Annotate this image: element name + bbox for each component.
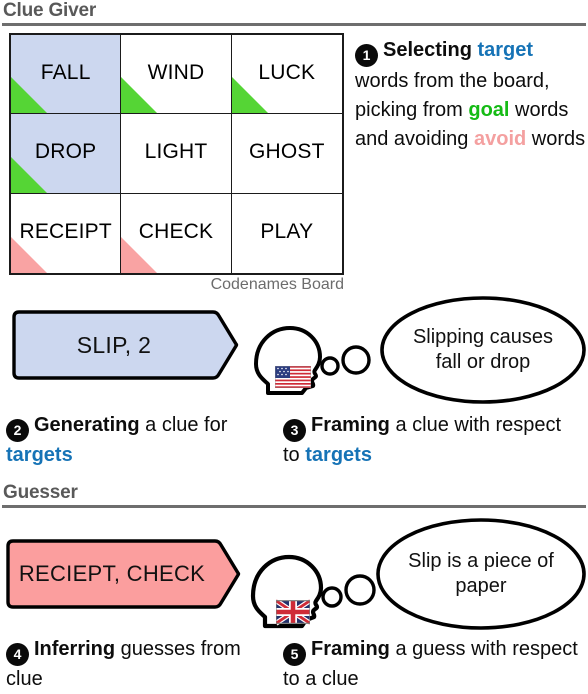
clue-giver-speaker-head <box>250 320 380 402</box>
step-3-text: 3 Framing a clue with respect to targets <box>283 412 583 468</box>
step-2-text: 2 Generating a clue for targets <box>6 412 261 468</box>
section-header-clue-giver: Clue Giver <box>0 0 588 26</box>
section-divider <box>2 23 586 26</box>
step-4-text: 4 Inferring guesses from clue <box>6 636 266 692</box>
board-cell-word: CHECK <box>138 220 214 244</box>
step-3: 3 Framing a clue with respect to targets <box>283 412 583 468</box>
guesser-thought-text: Slip is a piece of paper <box>408 550 554 597</box>
board-cell[interactable]: WIND <box>121 35 232 115</box>
keyword-targets: targets <box>6 444 73 466</box>
guess-banner[interactable]: RECIEPT, CHECK <box>4 538 242 610</box>
section-header-guesser: Guesser <box>0 482 588 508</box>
board-cell[interactable]: FALL <box>11 35 122 115</box>
clue-giver-thought-text: Slipping causes fall or drop <box>412 326 554 373</box>
section-title-guesser: Guesser <box>3 482 78 503</box>
board-cell[interactable]: LIGHT <box>121 114 232 194</box>
clue-banner[interactable]: SLIP, 2 <box>10 309 240 381</box>
step-3-verb: Framing <box>311 414 390 436</box>
board-cell[interactable]: DROP <box>11 114 122 194</box>
clue-banner-label: SLIP, 2 <box>76 331 152 358</box>
clue-giver-thought-bubble: Slipping causes fall or drop <box>378 294 588 406</box>
step-number-badge: 2 <box>6 419 29 442</box>
board-cell-word: WIND <box>147 61 205 85</box>
step-5: 5 Framing a guess with respect to a clue <box>283 636 583 692</box>
step-1: 1 Selecting target words from the board, … <box>355 36 588 154</box>
board-cell-word: GHOST <box>248 140 325 164</box>
step-number-badge: 4 <box>6 643 29 666</box>
thought-dots-icon <box>320 345 371 376</box>
uk-flag-icon <box>274 598 312 626</box>
guesser-thought-bubble: Slip is a piece of paper <box>374 516 588 632</box>
codenames-board[interactable]: FALL WIND LUCK DROP LIGHT GHOST RECEIPT … <box>9 33 344 275</box>
board-cell[interactable]: GHOST <box>231 114 342 194</box>
step-1-part4: words <box>526 128 586 150</box>
guess-banner-label: RECIEPT, CHECK <box>18 561 206 586</box>
step-4: 4 Inferring guesses from clue <box>6 636 266 692</box>
board-caption: Codenames Board <box>210 276 344 293</box>
section-title-clue-giver: Clue Giver <box>3 0 97 21</box>
board-cell-word: PLAY <box>260 220 314 244</box>
keyword-goal: goal <box>468 99 510 121</box>
board-cell-word: RECEIPT <box>19 220 112 244</box>
keyword-avoid: avoid <box>473 128 527 150</box>
board-cell[interactable]: PLAY <box>231 193 342 273</box>
keyword-target: target <box>477 39 534 61</box>
board-cell[interactable]: RECEIPT <box>11 193 122 273</box>
step-number-badge: 1 <box>355 44 378 67</box>
board-cell-word: FALL <box>40 61 91 85</box>
step-number-badge: 5 <box>283 643 306 666</box>
step-5-text: 5 Framing a guess with respect to a clue <box>283 636 583 692</box>
step-5-verb: Framing <box>311 638 390 660</box>
step-2-part2: a clue for <box>139 414 228 436</box>
step-1-text: 1 Selecting target words from the board, … <box>355 36 588 154</box>
us-flag-icon <box>274 365 312 389</box>
step-number-badge: 3 <box>283 419 306 442</box>
guesser-speaker-head <box>245 548 385 638</box>
step-2-verb: Generating <box>34 414 140 436</box>
step-4-verb: Inferring <box>34 638 116 660</box>
board-cell-word: LIGHT <box>144 140 208 164</box>
step-1-verb: Selecting <box>383 39 472 61</box>
board-cell-word: LUCK <box>258 61 316 85</box>
section-divider <box>2 505 586 508</box>
board-cell-word: DROP <box>34 140 97 164</box>
board-cell[interactable]: CHECK <box>121 193 232 273</box>
keyword-targets: targets <box>305 444 372 466</box>
board-cell[interactable]: LUCK <box>231 35 342 115</box>
step-2: 2 Generating a clue for targets <box>6 412 261 468</box>
